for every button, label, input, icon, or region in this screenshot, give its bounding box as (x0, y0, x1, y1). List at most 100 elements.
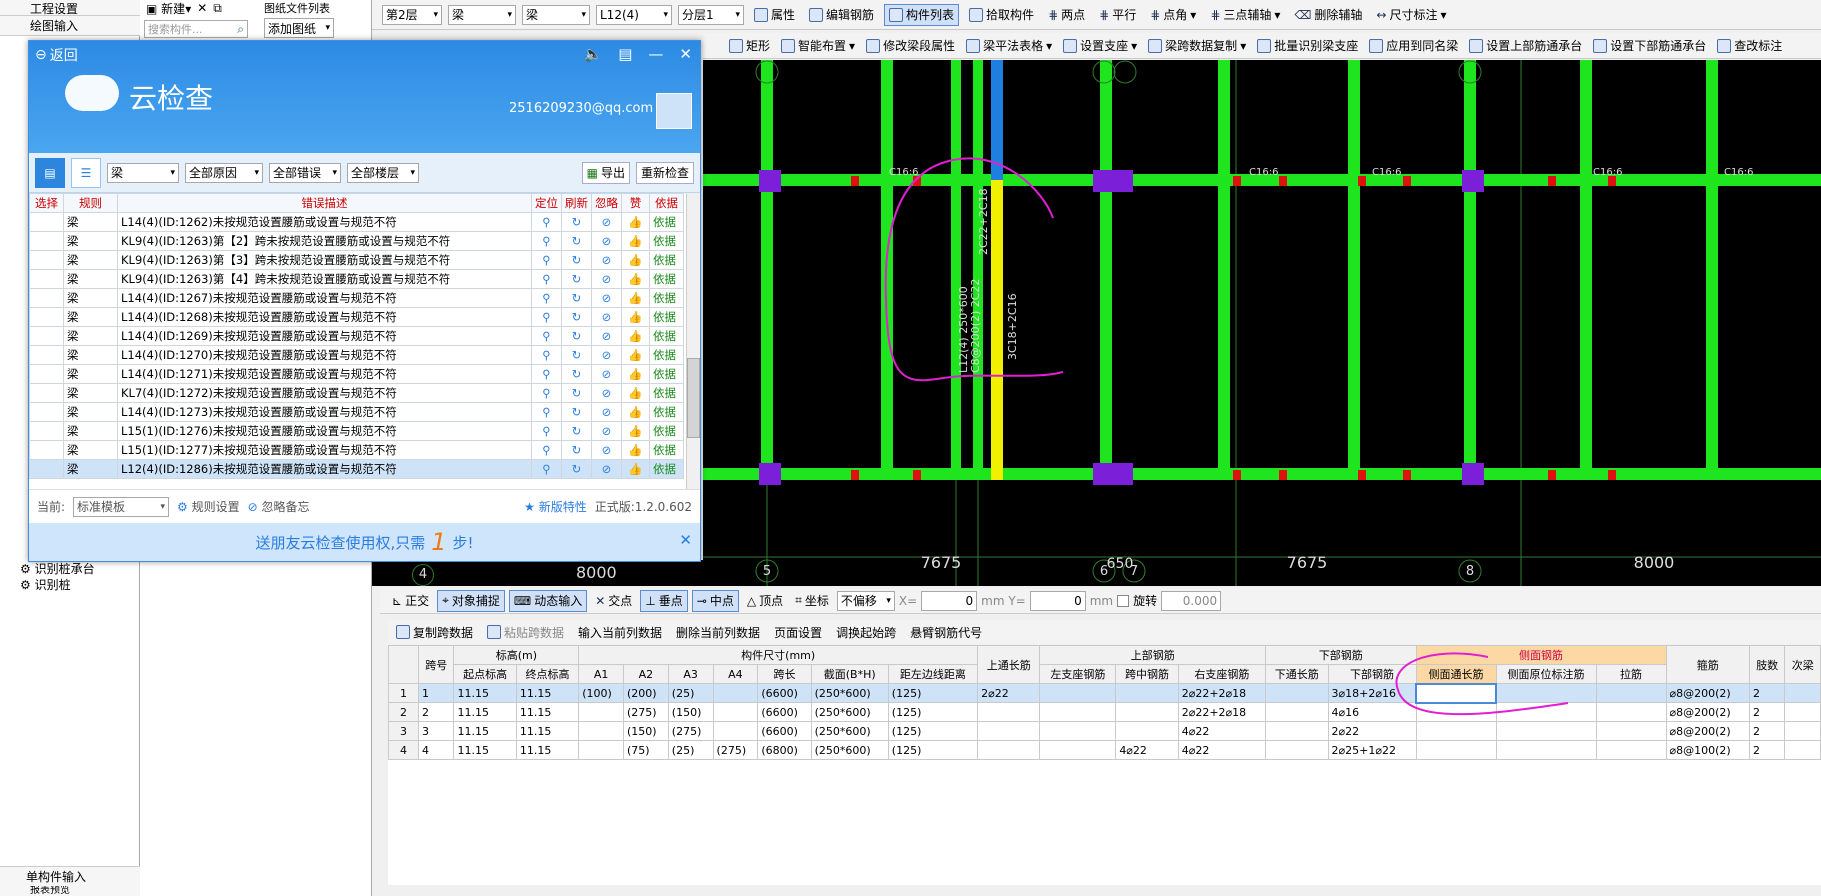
basis-link[interactable]: 依据 (649, 288, 684, 308)
grid-cell[interactable]: (250*600) (810, 740, 889, 760)
chat-icon[interactable]: ▤ (618, 45, 632, 63)
basis-link[interactable]: 依据 (649, 269, 684, 289)
search-input[interactable]: 搜索构件... (148, 21, 203, 37)
coordinate-snap[interactable]: ⌗ 坐标 (791, 590, 833, 612)
error-row[interactable]: 梁 L14(4)(ID:1267)未按规范设置腰筋或设置与规范不符 ⚲ ↻ ⊘ 👍 依据 (29, 288, 684, 308)
basis-link[interactable]: 依据 (649, 345, 684, 365)
promo-banner[interactable]: 送朋友云检查使用权,只需 1 步! ✕ (29, 523, 700, 561)
grid-cell[interactable]: (6800) (757, 740, 812, 760)
locate-icon[interactable]: ⚲ (531, 326, 562, 346)
ignore-icon[interactable]: ⊘ (591, 402, 622, 422)
basis-link[interactable]: 依据 (649, 383, 684, 403)
refresh-icon[interactable]: ↻ (561, 383, 592, 403)
select-cell[interactable] (29, 440, 64, 460)
ortho-toggle[interactable]: ⊾ 正交 (388, 590, 433, 612)
apply-same-name-button[interactable]: 应用到同名梁 (1365, 35, 1462, 57)
select-cell[interactable] (29, 212, 64, 232)
thumbs-up-icon[interactable]: 👍 (621, 269, 650, 289)
type2-select[interactable]: 梁 ▾ (522, 4, 590, 25)
check-annotation-button[interactable]: 查改标注 (1713, 35, 1786, 57)
refresh-icon[interactable]: ↻ (561, 231, 592, 251)
two-point-button[interactable]: ⋕ 两点 (1044, 4, 1089, 26)
locate-icon[interactable]: ⚲ (531, 402, 562, 422)
select-cell[interactable] (29, 231, 64, 251)
grid-cell[interactable]: 4 (388, 740, 419, 760)
locate-icon[interactable]: ⚲ (531, 421, 562, 441)
refresh-icon[interactable]: ↻ (561, 288, 592, 308)
thumbs-up-icon[interactable]: 👍 (621, 231, 650, 251)
refresh-icon[interactable]: ↻ (561, 326, 592, 346)
new-feature-link[interactable]: ★ 新版特性 (524, 498, 587, 515)
ignore-icon[interactable]: ⊘ (591, 212, 622, 232)
locate-icon[interactable]: ⚲ (531, 231, 562, 251)
dynamic-input-toggle[interactable]: ⌨ 动态输入 (508, 589, 588, 612)
thumbs-up-icon[interactable]: 👍 (621, 212, 650, 232)
locate-icon[interactable]: ⚲ (531, 288, 562, 308)
beam-table-button[interactable]: 梁平法表格 ▾ (962, 35, 1056, 57)
basis-link[interactable]: 依据 (649, 364, 684, 384)
rectangle-button[interactable]: 矩形 (725, 35, 774, 57)
locate-icon[interactable]: ⚲ (531, 440, 562, 460)
copy-span-button[interactable]: 复制跨数据 (392, 621, 477, 643)
scrollbar-thumb[interactable] (687, 358, 700, 438)
grid-cell[interactable] (977, 740, 1041, 760)
offset-select[interactable]: 不偏移 ▾ (836, 590, 895, 611)
locate-icon[interactable]: ⚲ (531, 250, 562, 270)
select-cell[interactable] (29, 326, 64, 346)
page-setup-button[interactable]: 页面设置 (770, 621, 826, 643)
error-row[interactable]: 梁 L15(1)(ID:1277)未按规范设置腰筋或设置与规范不符 ⚲ ↻ ⊘ 👍 依据 (29, 440, 684, 460)
component-select[interactable]: L12(4) ▾ (596, 4, 672, 25)
thumbs-up-icon[interactable]: 👍 (621, 440, 650, 460)
grid-cell[interactable] (1784, 740, 1821, 760)
basis-link[interactable]: 依据 (649, 402, 684, 422)
grid-cell[interactable]: 4⌀22 (1115, 740, 1179, 760)
ignore-icon[interactable]: ⊘ (591, 231, 622, 251)
thumbs-up-icon[interactable]: 👍 (621, 307, 650, 327)
grid-cell[interactable]: (125) (887, 740, 979, 760)
error-row[interactable]: 梁 L14(4)(ID:1269)未按规范设置腰筋或设置与规范不符 ⚲ ↻ ⊘ 👍 依据 (29, 326, 684, 346)
properties-button[interactable]: 属性 (750, 4, 799, 26)
basis-link[interactable]: 依据 (649, 250, 684, 270)
nav-drawing-input[interactable]: 绘图输入 (0, 16, 140, 36)
set-support-button[interactable]: 设置支座 ▾ (1059, 35, 1141, 57)
select-cell[interactable] (29, 269, 64, 289)
template-select[interactable]: 标准模板 ▾ (73, 496, 170, 517)
midpoint-snap[interactable]: ⊸ 中点 (691, 589, 739, 612)
filter-floor-select[interactable]: 全部楼层 ▾ (347, 162, 419, 183)
grid-cell[interactable] (578, 740, 625, 760)
recheck-button[interactable]: 重新检查 (635, 161, 694, 184)
thumbs-up-icon[interactable]: 👍 (621, 364, 650, 384)
refresh-icon[interactable]: ↻ (561, 212, 592, 232)
cad-canvas[interactable]: C16:6 C16:6 C16:6 C16:6 C16:6 2C22+2C18 … (703, 60, 1821, 586)
input-column-button[interactable]: 输入当前列数据 (574, 621, 666, 643)
error-row[interactable]: 梁 L15(1)(ID:1276)未按规范设置腰筋或设置与规范不符 ⚲ ↻ ⊘ 👍 依据 (29, 421, 684, 441)
basis-link[interactable]: 依据 (649, 440, 684, 460)
rule-settings-link[interactable]: ⚙ 规则设置 (177, 498, 240, 515)
tree-item-pile[interactable]: ⚙ 识别桩 (20, 578, 71, 593)
object-snap-toggle[interactable]: ⌖ 对象捕捉 (437, 589, 505, 612)
filter-type-select[interactable]: 梁 ▾ (107, 162, 179, 183)
ignore-icon[interactable]: ⊘ (591, 326, 622, 346)
copy-span-data-button[interactable]: 梁跨数据复制 ▾ (1144, 35, 1250, 57)
select-cell[interactable] (29, 459, 64, 479)
refresh-icon[interactable]: ↻ (561, 364, 592, 384)
refresh-icon[interactable]: ↻ (561, 440, 592, 460)
swap-start-span-button[interactable]: 调换起始跨 (832, 621, 900, 643)
select-cell[interactable] (29, 250, 64, 270)
paste-span-button[interactable]: 粘贴跨数据 (483, 621, 568, 643)
grid-cell[interactable]: 11.15 (453, 740, 517, 760)
ignore-icon[interactable]: ⊘ (591, 459, 622, 479)
batch-identify-button[interactable]: 批量识别梁支座 (1253, 35, 1362, 57)
error-row[interactable]: 梁 L12(4)(ID:1286)未按规范设置腰筋或设置与规范不符 ⚲ ↻ ⊘ 👍 依据 (29, 459, 684, 479)
delete-axis-button[interactable]: ⌫ 删除辅轴 (1290, 4, 1366, 26)
select-cell[interactable] (29, 402, 64, 422)
error-row[interactable]: 梁 L14(4)(ID:1262)未按规范设置腰筋或设置与规范不符 ⚲ ↻ ⊘ 👍 依据 (29, 212, 684, 232)
refresh-icon[interactable]: ↻ (561, 459, 592, 479)
sound-icon[interactable]: 🔈 (584, 45, 603, 63)
table-row[interactable]: 4 4 11.15 11.15 (75) (25) (275) (6800) (250*600)… (388, 740, 1821, 760)
select-cell[interactable] (29, 288, 64, 308)
filter-reason-select[interactable]: 全部原因 ▾ (185, 162, 263, 183)
basis-link[interactable]: 依据 (649, 326, 684, 346)
error-row[interactable]: 梁 KL9(4)(ID:1263)第【2】跨未按规范设置腰筋或设置与规范不符 ⚲ ↻ ⊘… (29, 231, 684, 251)
locate-icon[interactable]: ⚲ (531, 269, 562, 289)
